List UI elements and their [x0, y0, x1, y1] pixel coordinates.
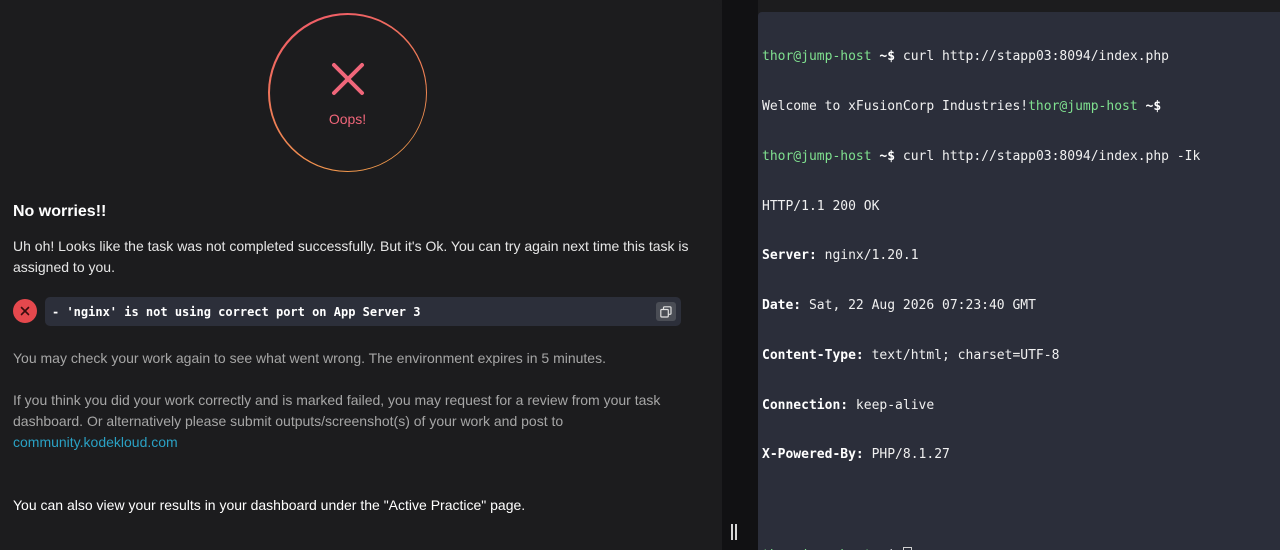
header-key: Content-Type: [762, 347, 864, 363]
result-title: No worries!! [13, 203, 107, 220]
copy-icon [660, 305, 672, 318]
prompt-symbol: ~$ [879, 49, 896, 65]
result-panel: Oops! No worries!! Uh oh! Looks like the… [0, 0, 722, 550]
status-ring: Oops! [268, 13, 427, 172]
header-value: Sat, 22 Aug 2026 07:23:40 GMT [801, 298, 1036, 314]
prompt-symbol: ~$ [1145, 98, 1162, 114]
header-key: Connection: [762, 397, 849, 413]
terminal-header-line: Connection: keep-alive [762, 398, 1280, 415]
terminal-command: curl http://stapp03:8094/index.php -Ik [895, 148, 1201, 164]
review-text-block: If you think you did your work correctly… [13, 390, 703, 453]
header-value: keep-alive [848, 397, 935, 413]
header-key: Date: [762, 298, 802, 314]
community-link[interactable]: community.kodekloud.com [13, 434, 178, 450]
header-value: PHP/8.1.27 [863, 447, 950, 463]
resize-handle[interactable] [731, 524, 739, 540]
terminal-header-line: X-Powered-By: PHP/8.1.27 [762, 447, 1280, 464]
terminal-line: Welcome to xFusionCorp Industries!thor@j… [762, 99, 1280, 116]
header-value: text/html; charset=UTF-8 [863, 347, 1060, 363]
review-text: If you think you did your work correctly… [13, 392, 661, 429]
error-icon [13, 299, 37, 323]
terminal-header-line: Date: Sat, 22 Aug 2026 07:23:40 GMT [762, 298, 1280, 315]
terminal-prompt: thor@jump-host ~$ [1028, 98, 1162, 114]
terminal-line: thor@jump-host ~$ curl http://stapp03:80… [762, 149, 1280, 166]
result-lead-text: Uh oh! Looks like the task was not compl… [13, 238, 689, 275]
status-text: Oops! [328, 110, 367, 127]
error-message-box: - 'nginx' is not using correct port on A… [45, 297, 681, 326]
terminal-output: HTTP/1.1 200 OK [762, 198, 880, 214]
close-x-icon [331, 62, 364, 95]
header-value: nginx/1.20.1 [816, 248, 919, 264]
header-key: X-Powered-By: [762, 447, 864, 463]
terminal-header-line: Server: nginx/1.20.1 [762, 248, 1280, 265]
terminal-output: Welcome to xFusionCorp Industries! [762, 98, 1029, 114]
terminal[interactable]: thor@jump-host ~$ curl http://stapp03:80… [758, 12, 1280, 550]
terminal-prompt: thor@jump-host ~$ [762, 148, 896, 164]
terminal-line: thor@jump-host ~$ curl http://stapp03:80… [762, 49, 1280, 66]
copy-button[interactable] [656, 302, 676, 321]
dashboard-text: You can also view your results in your d… [13, 497, 526, 513]
error-message: - 'nginx' is not using correct port on A… [52, 304, 421, 319]
header-key: Server: [762, 248, 817, 264]
terminal-header-line: Content-Type: text/html; charset=UTF-8 [762, 348, 1280, 365]
panel-divider [722, 0, 758, 550]
prompt-symbol: ~$ [879, 148, 896, 164]
check-work-text: You may check your work again to see wha… [13, 350, 606, 366]
terminal-command: curl http://stapp03:8094/index.php [895, 49, 1169, 65]
terminal-prompt: thor@jump-host ~$ [762, 49, 896, 65]
